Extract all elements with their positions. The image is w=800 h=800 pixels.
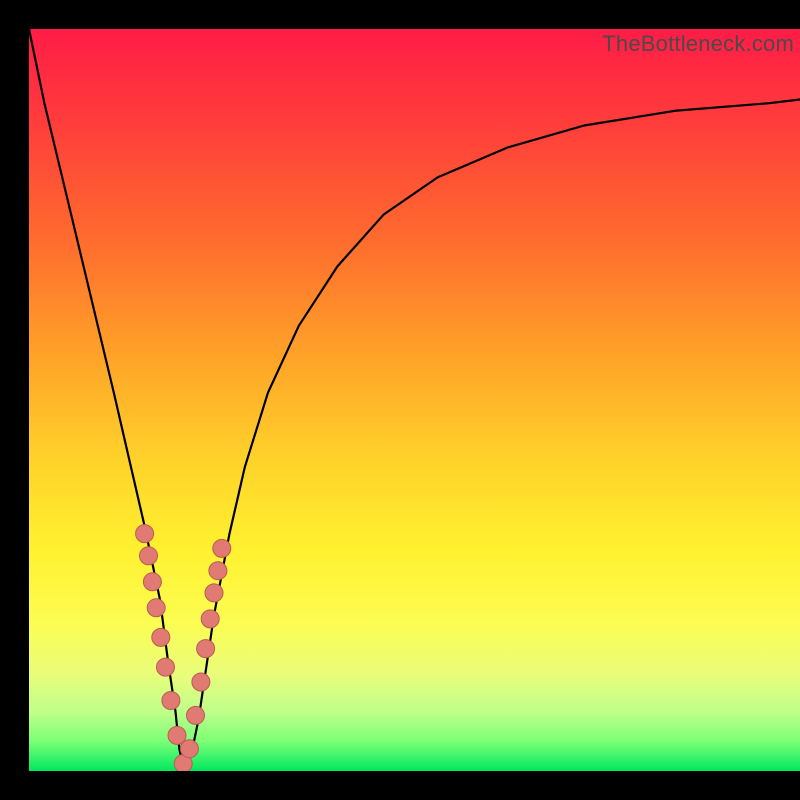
curve-marker xyxy=(157,658,175,676)
curve-marker xyxy=(162,692,180,710)
curve-marker xyxy=(205,584,223,602)
curve-marker xyxy=(213,539,231,557)
plot-area: TheBottleneck.com xyxy=(29,29,800,771)
curve-marker xyxy=(180,740,198,758)
curve-marker xyxy=(136,525,154,543)
bottleneck-curve-svg xyxy=(29,29,800,771)
curve-marker xyxy=(147,599,165,617)
curve-marker xyxy=(209,562,227,580)
curve-marker xyxy=(197,640,215,658)
curve-marker xyxy=(187,706,205,724)
curve-marker xyxy=(192,673,210,691)
curve-marker xyxy=(140,547,158,565)
curve-marker xyxy=(152,628,170,646)
chart-frame: TheBottleneck.com xyxy=(0,0,800,800)
highlighted-points xyxy=(136,525,231,771)
curve-marker xyxy=(143,573,161,591)
curve-marker xyxy=(201,610,219,628)
bottleneck-curve xyxy=(29,29,800,767)
